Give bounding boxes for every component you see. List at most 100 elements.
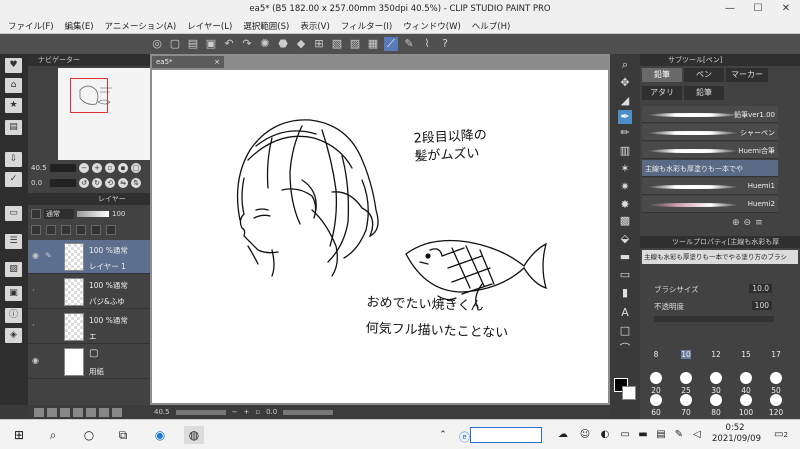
status-angle-slider[interactable]	[283, 409, 334, 415]
subtool-tab-pencil[interactable]: 鉛筆	[642, 68, 682, 82]
correct-line-tool-icon[interactable]: ⌒	[618, 342, 632, 356]
layer-row-paper[interactable]: ◉ ▢ 用紙	[28, 345, 150, 379]
brush-size-option[interactable]: 15	[736, 350, 756, 359]
subtool-menu-icon[interactable]: ≡	[755, 218, 767, 228]
open-file-icon[interactable]: ▤	[186, 37, 200, 51]
decoration-tool-icon[interactable]: ✷	[618, 180, 632, 194]
lock-alpha-icon[interactable]	[76, 225, 86, 235]
material-tool-icon[interactable]: ▩	[618, 214, 632, 228]
text-tool-icon[interactable]: A	[618, 306, 632, 320]
sub-color-swatch[interactable]	[622, 386, 636, 400]
subtool-tab-pen[interactable]: ペン	[684, 68, 724, 82]
rotate-left-icon[interactable]: ↺	[79, 178, 89, 188]
check-icon[interactable]: ✓	[5, 172, 22, 187]
tray-app3-icon[interactable]: ▭	[618, 426, 632, 444]
favorite-icon[interactable]: ♥	[5, 58, 22, 73]
layer-props-icon[interactable]: ▭	[5, 206, 22, 221]
transform-icon[interactable]: ⊞	[312, 37, 326, 51]
navigator-thumbnail[interactable]	[58, 68, 150, 160]
fill-icon[interactable]: ◆	[294, 37, 308, 51]
network-icon[interactable]: ▤	[654, 426, 668, 444]
pencil-tool-icon[interactable]: ✏	[618, 126, 632, 140]
reference-layer-icon[interactable]	[46, 225, 56, 235]
delete-layer-icon[interactable]	[112, 407, 122, 417]
actual-size-icon[interactable]: ▪	[118, 163, 128, 173]
clear-icon[interactable]: ⬣	[276, 37, 290, 51]
rotate-value[interactable]: 0.0	[31, 179, 47, 187]
menu-edit[interactable]: 編集(E)	[65, 20, 94, 32]
menu-animation[interactable]: アニメーション(A)	[105, 20, 177, 32]
zoom-in-icon[interactable]: +	[92, 163, 102, 173]
new-vector-layer-icon[interactable]	[47, 407, 57, 417]
document-tab[interactable]: ea5* ×	[152, 56, 224, 68]
subtool-tab-marker[interactable]: マーカー	[726, 68, 768, 82]
flip-h-icon[interactable]: ⇋	[118, 178, 128, 188]
image-icon[interactable]: ▨	[5, 262, 22, 277]
pen-tool-icon[interactable]: ✒	[618, 110, 632, 124]
close-button[interactable]: ✕	[772, 0, 800, 18]
duplicate-subtool-icon[interactable]: ⊕	[732, 218, 744, 228]
status-angle[interactable]: 0.0	[266, 408, 277, 416]
navigator-tab[interactable]: ナビゲーター	[28, 54, 150, 66]
download-icon[interactable]: ⇩	[5, 152, 22, 167]
opacity-value[interactable]: 100	[751, 301, 772, 310]
page-icon[interactable]: ▤	[5, 120, 22, 135]
menu-help[interactable]: ヘルプ(H)	[472, 20, 511, 32]
zoom-tool-icon[interactable]: ⌕	[618, 58, 632, 72]
gradient-tool-icon[interactable]: ▬	[618, 250, 632, 264]
save-icon[interactable]: ▣	[204, 37, 218, 51]
minimize-button[interactable]: —	[716, 0, 744, 18]
volume-icon[interactable]: ◁	[690, 426, 704, 444]
visibility-eye-icon[interactable]: ◉	[32, 251, 42, 260]
maximize-button[interactable]: ☐	[744, 0, 772, 18]
menu-file[interactable]: ファイル(F)	[8, 20, 54, 32]
layer-list-icon[interactable]: ☰	[5, 234, 22, 249]
menu-filter[interactable]: フィルター(I)	[341, 20, 392, 32]
layer-row-1[interactable]: ◉ ✎ 100 %通常 レイヤー 1	[28, 240, 150, 274]
visibility-off-icon[interactable]: ·	[32, 286, 42, 295]
opacity-slider[interactable]	[654, 316, 774, 322]
brush-size-option[interactable]: 40	[736, 372, 756, 395]
status-zoom-in-icon[interactable]: +	[243, 408, 249, 416]
snap-ruler-icon[interactable]: ▦	[366, 37, 380, 51]
brush-size-option[interactable]: 17	[766, 350, 786, 359]
star-icon[interactable]: ★	[5, 98, 22, 113]
brush-item[interactable]: Huemi合筆	[642, 142, 778, 159]
clip-layer-icon[interactable]	[31, 225, 41, 235]
snap-special-ruler-icon[interactable]: ⟋	[384, 37, 398, 51]
brush-size-option[interactable]: 8	[646, 350, 666, 359]
rotate-slider[interactable]	[50, 179, 76, 187]
brush-item-selected[interactable]: 主線も水彩も厚塗りも一本でや	[642, 160, 778, 177]
brush-tool-icon[interactable]: ▥	[618, 144, 632, 158]
layer-row-3[interactable]: · 100 %通常 エ	[28, 310, 150, 344]
fill-tool-icon[interactable]: ⬙	[618, 232, 632, 246]
menu-view[interactable]: 表示(V)	[300, 20, 329, 32]
deselect-icon[interactable]: ▧	[330, 37, 344, 51]
zoom-value[interactable]: 40.5	[31, 164, 47, 172]
task-view-icon[interactable]: ⧉	[114, 426, 132, 444]
invert-selection-icon[interactable]: ▨	[348, 37, 362, 51]
brush-item[interactable]: 鉛筆ver1.00	[642, 106, 778, 123]
tool-property-header[interactable]: ツールプロパティ[主線も水彩も厚	[640, 236, 800, 248]
subtool-tab-pencil2[interactable]: 鉛筆	[684, 86, 724, 100]
flip-v-icon[interactable]: ⇅	[131, 178, 141, 188]
fit-icon[interactable]: ▫	[105, 163, 115, 173]
brush-size-option[interactable]: 12	[706, 350, 726, 359]
brush-size-option[interactable]: 100	[736, 394, 756, 417]
loading-icon[interactable]: ✺	[258, 37, 272, 51]
opacity-slider[interactable]	[77, 211, 109, 217]
duplicate-icon[interactable]	[99, 407, 109, 417]
figure-tool-icon[interactable]: ▮	[618, 286, 632, 300]
subtool-tab-atari[interactable]: アタリ	[642, 86, 682, 100]
cortana-icon[interactable]: ○	[80, 426, 98, 444]
blend-mode-select[interactable]: 通常	[44, 209, 74, 219]
mask-icon[interactable]	[91, 225, 101, 235]
lock-layer-icon[interactable]	[61, 225, 71, 235]
tray-up-icon[interactable]: ⌃	[436, 426, 450, 444]
menu-selection[interactable]: 選択範囲(S)	[243, 20, 289, 32]
menu-layer[interactable]: レイヤー(L)	[187, 20, 232, 32]
windows-start-icon[interactable]: ⊞	[10, 426, 28, 444]
subtool-header[interactable]: サブツール[ペン]	[640, 54, 800, 66]
brush-size-option[interactable]: 25	[676, 372, 696, 395]
airbrush-tool-icon[interactable]: ✶	[618, 162, 632, 176]
